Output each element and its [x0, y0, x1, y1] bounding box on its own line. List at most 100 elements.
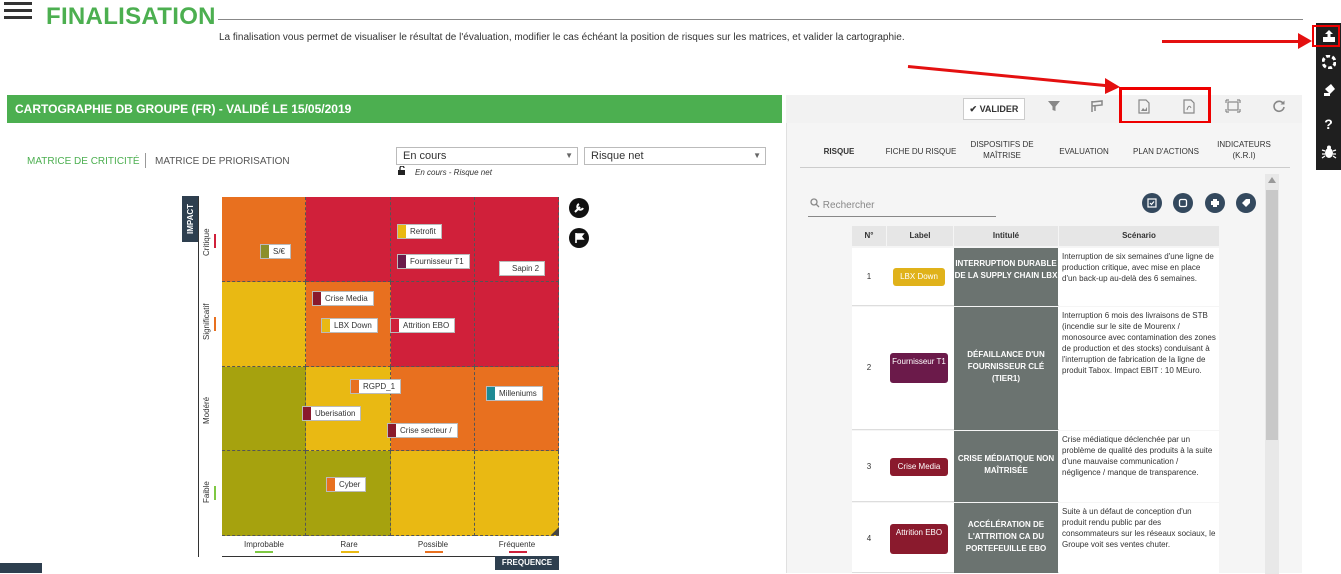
- search-input[interactable]: Rechercher: [810, 198, 874, 211]
- risk-tag-label: Crise Media: [325, 294, 368, 303]
- matrix-cell: [474, 451, 559, 536]
- tab-dispositifs-maitrise[interactable]: DISPOSITIFS DE MAÎTRISE: [965, 139, 1039, 161]
- risk-tag[interactable]: Retrofit: [397, 224, 442, 239]
- risk-color-swatch: [313, 292, 321, 305]
- risk-tag[interactable]: Fournisseur T1: [397, 254, 470, 269]
- tag-icon[interactable]: [1236, 193, 1256, 213]
- risk-tag[interactable]: Sapin 2: [499, 261, 546, 276]
- risk-tag-label: Cyber: [339, 480, 361, 489]
- risk-intitule: INTERRUPTION DURABLE DE LA SUPPLY CHAIN …: [954, 248, 1058, 306]
- valider-label: VALIDER: [979, 104, 1019, 114]
- tab-plan-actions[interactable]: PLAN D'ACTIONS: [1125, 146, 1207, 157]
- matrix-cell: [222, 451, 307, 536]
- risk-color-swatch: [391, 319, 399, 332]
- risk-color-swatch: [487, 387, 495, 400]
- question-icon[interactable]: ?: [1316, 113, 1341, 135]
- row-number: 2: [866, 363, 872, 372]
- risk-label-badge: Attrition EBO: [890, 524, 948, 554]
- risk-intitule: ACCÉLÉRATION DE L'ATTRITION CA DU PORTEF…: [954, 503, 1058, 573]
- column-header-label[interactable]: Label: [887, 226, 953, 246]
- check-icon[interactable]: [1142, 193, 1162, 213]
- scroll-up-icon[interactable]: [1268, 177, 1276, 183]
- export-highlight-box: [1312, 25, 1340, 47]
- risk-scenario: Interruption 6 mois des livraisons de ST…: [1059, 307, 1219, 430]
- wrench-icon[interactable]: [569, 198, 589, 218]
- tab-fiche-risque[interactable]: FICHE DU RISQUE: [880, 146, 962, 157]
- matrix-cell: [222, 366, 307, 452]
- scrollbar-thumb[interactable]: [1266, 190, 1278, 440]
- row-label-critique: Critique: [202, 228, 211, 256]
- search-placeholder: Rechercher: [822, 200, 875, 211]
- chevron-down-icon: ▼: [565, 151, 573, 160]
- risk-color-swatch: [327, 478, 335, 491]
- refresh-icon[interactable]: [1268, 99, 1290, 119]
- row-label-modere: Modéré: [202, 396, 211, 424]
- risk-tag[interactable]: Crise Media: [312, 291, 374, 306]
- tab-evaluation[interactable]: EVALUATION: [1049, 146, 1119, 157]
- risk-scenario: Suite à un défaut de conception d'un pro…: [1059, 503, 1219, 573]
- col-label-frequente: Fréquente: [498, 540, 536, 549]
- matrix-cell: [390, 197, 475, 282]
- col-label-possible: Possible: [417, 540, 449, 549]
- risk-tag-label: Attrition EBO: [403, 321, 450, 330]
- flag-icon[interactable]: [569, 228, 589, 248]
- annotation-arrow-line: [907, 65, 1115, 88]
- column-header-intitule[interactable]: Intitulé: [954, 226, 1058, 246]
- col-tick: [425, 551, 443, 553]
- risk-tag-label: Fournisseur T1: [410, 257, 464, 266]
- valider-button[interactable]: ✔ VALIDER: [963, 98, 1025, 120]
- risk-color-swatch: [322, 319, 330, 332]
- paint-icon[interactable]: [1316, 79, 1341, 101]
- risk-type-select[interactable]: Risque net ▼: [584, 147, 766, 165]
- risk-color-swatch: [398, 255, 406, 268]
- row-number: 3: [866, 462, 872, 471]
- layers-icon[interactable]: [1086, 99, 1108, 119]
- tab-matrice-priorisation[interactable]: MATRICE DE PRIORISATION: [155, 156, 290, 167]
- row-tick: [214, 234, 216, 248]
- tab-matrice-criticite[interactable]: MATRICE DE CRITICITÉ: [27, 156, 140, 167]
- filter-icon[interactable]: [1043, 99, 1065, 119]
- column-header-scenario[interactable]: Scénario: [1059, 226, 1219, 246]
- risk-tag-label: S/€: [273, 247, 286, 256]
- resize-handle-icon[interactable]: [551, 527, 559, 535]
- risk-tag[interactable]: Crise secteur /: [387, 423, 458, 438]
- print-icon[interactable]: [1205, 193, 1225, 213]
- axis-frequence-label: FREQUENCE: [495, 556, 559, 570]
- risk-label-badge: LBX Down: [893, 268, 945, 286]
- risk-scenario: Interruption de six semaines d'une ligne…: [1059, 248, 1219, 306]
- col-tick: [341, 551, 359, 553]
- risk-tag[interactable]: LBX Down: [321, 318, 378, 333]
- menu-icon[interactable]: [4, 2, 32, 24]
- risk-tag[interactable]: Cyber: [326, 477, 367, 492]
- risk-intitule: CRISE MÉDIATIQUE NON MAÎTRISÉE: [954, 431, 1058, 502]
- matrix-cell: [390, 451, 475, 536]
- column-header-num[interactable]: N°: [852, 226, 886, 246]
- matrix-cell: [474, 281, 559, 367]
- export-icons-highlight-box: [1119, 87, 1211, 124]
- matrix-cell: [222, 197, 307, 282]
- square-icon[interactable]: [1173, 193, 1193, 213]
- status-select-value: En cours: [403, 150, 447, 162]
- bug-icon[interactable]: [1316, 141, 1341, 163]
- risk-type-select-value: Risque net: [591, 150, 644, 162]
- tab-indicateurs[interactable]: INDICATEURS (K.R.I): [1212, 139, 1276, 161]
- risk-tag[interactable]: RGPD_1: [350, 379, 402, 394]
- risk-tag-label: Crise secteur /: [400, 426, 452, 435]
- col-tick: [255, 551, 273, 553]
- risk-tag[interactable]: Uberisation: [302, 406, 362, 421]
- help-ring-icon[interactable]: [1316, 51, 1341, 73]
- status-select[interactable]: En cours ▼: [396, 147, 578, 165]
- risk-tag-label: LBX Down: [334, 321, 372, 330]
- annotation-arrowhead: [1298, 33, 1312, 49]
- tab-risque[interactable]: RISQUE: [812, 146, 866, 157]
- chevron-down-icon: ▼: [753, 151, 761, 160]
- fullscreen-icon[interactable]: [1222, 99, 1244, 119]
- risk-tag[interactable]: Milleniums: [486, 386, 543, 401]
- axis-impact-label: IMPACT: [182, 196, 199, 242]
- risk-color-swatch: [398, 225, 406, 238]
- page-title: FINALISATION: [46, 3, 216, 30]
- row-number: 4: [866, 534, 872, 543]
- risk-tag[interactable]: S/€: [260, 244, 292, 259]
- risk-tag[interactable]: Attrition EBO: [390, 318, 456, 333]
- matrix-axis-line: [198, 197, 199, 557]
